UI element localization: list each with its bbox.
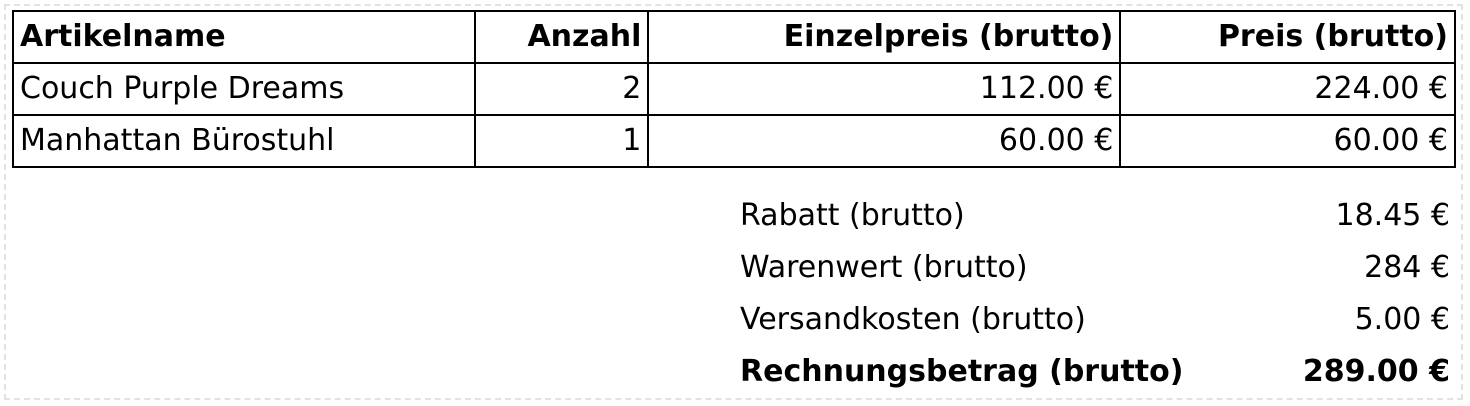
cell-quantity: 1: [474, 114, 650, 168]
goods-value-value: 284 €: [1364, 250, 1450, 285]
invoice-total-value: 289.00 €: [1302, 354, 1450, 389]
summary-row-shipping: Versandkosten (brutto) 5.00 €: [734, 294, 1456, 346]
table-header-row: Artikelname Anzahl Einzelpreis (brutto) …: [11, 10, 1456, 64]
summary-row-invoice-total: Rechnungsbetrag (brutto) 289.00 €: [734, 346, 1456, 398]
cell-article-name: Couch Purple Dreams: [11, 62, 477, 116]
header-unit-price: Einzelpreis (brutto): [647, 10, 1122, 64]
summary-row-discount: Rabatt (brutto) 18.45 €: [734, 190, 1456, 242]
cell-quantity: 2: [474, 62, 650, 116]
order-summary: Rabatt (brutto) 18.45 € Warenwert (brutt…: [734, 190, 1456, 398]
shipping-value: 5.00 €: [1354, 302, 1450, 337]
order-items-table: Artikelname Anzahl Einzelpreis (brutto) …: [11, 10, 1456, 168]
discount-label: Rabatt (brutto): [740, 198, 965, 233]
discount-value: 18.45 €: [1335, 198, 1450, 233]
header-total-price: Preis (brutto): [1119, 10, 1456, 64]
cell-unit-price: 112.00 €: [647, 62, 1122, 116]
summary-row-goods-value: Warenwert (brutto) 284 €: [734, 242, 1456, 294]
cell-total-price: 224.00 €: [1119, 62, 1456, 116]
goods-value-label: Warenwert (brutto): [740, 250, 1028, 285]
cell-total-price: 60.00 €: [1119, 114, 1456, 168]
shipping-label: Versandkosten (brutto): [740, 302, 1086, 337]
header-quantity: Anzahl: [474, 10, 650, 64]
table-row: Manhattan Bürostuhl 1 60.00 € 60.00 €: [11, 114, 1456, 168]
table-row: Couch Purple Dreams 2 112.00 € 224.00 €: [11, 62, 1456, 116]
cell-unit-price: 60.00 €: [647, 114, 1122, 168]
header-article-name: Artikelname: [11, 10, 477, 64]
cell-article-name: Manhattan Bürostuhl: [11, 114, 477, 168]
invoice-total-label: Rechnungsbetrag (brutto): [740, 354, 1184, 389]
